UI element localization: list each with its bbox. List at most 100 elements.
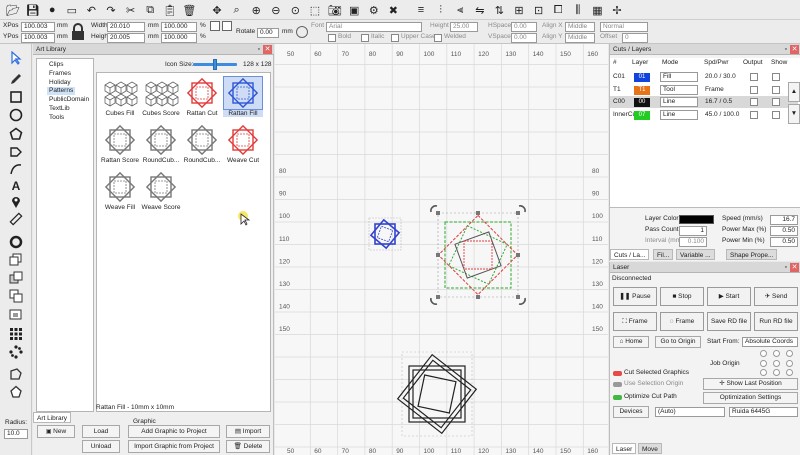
speed-input[interactable]: 16.7 xyxy=(770,215,798,225)
job-origin-radio[interactable] xyxy=(760,350,767,357)
shape-tool-icon[interactable] xyxy=(8,366,24,382)
welded-checkbox[interactable] xyxy=(434,34,442,42)
tree-item-frames[interactable]: Frames xyxy=(47,70,73,78)
optimize-toggle[interactable] xyxy=(613,395,622,400)
cuts-tab[interactable]: Variable ... xyxy=(676,249,715,260)
search-icon[interactable]: ⌕ xyxy=(230,3,244,17)
align-icon[interactable]: ⫶ xyxy=(434,3,448,17)
copy-stack-icon[interactable] xyxy=(8,252,24,268)
window-icon[interactable]: ▭ xyxy=(65,3,79,17)
cuts-tab[interactable]: Shape Prope... xyxy=(726,249,778,260)
paste-icon[interactable]: 📋︎ xyxy=(163,3,177,17)
position-pin-icon[interactable] xyxy=(8,194,24,210)
delete-button[interactable]: 🗑︎ Delete xyxy=(226,440,270,453)
job-origin-radio[interactable] xyxy=(786,359,793,367)
group-icon[interactable]: ⊡ xyxy=(532,3,546,17)
hspace-input[interactable]: 0.00 xyxy=(511,22,537,32)
job-origin-radio[interactable] xyxy=(760,369,767,376)
interval-input[interactable]: 0.100 xyxy=(679,237,707,247)
pattern-item[interactable]: RoundCub... xyxy=(182,124,222,164)
grid-array-icon[interactable] xyxy=(8,326,24,342)
layer-show-checkbox[interactable] xyxy=(772,85,780,94)
tab-art-library[interactable]: Art Library xyxy=(33,412,71,423)
rectangle-icon[interactable] xyxy=(8,89,24,105)
layer-show-checkbox[interactable] xyxy=(772,98,780,106)
monitor-icon[interactable]: ▣ xyxy=(347,3,361,17)
power-max-input[interactable]: 0.50 xyxy=(770,226,798,236)
home-button[interactable]: ⌂ Home xyxy=(613,336,649,348)
font-height-input[interactable]: 25.00 xyxy=(450,22,478,32)
offset-input[interactable]: 0 xyxy=(622,33,648,43)
stop-button[interactable]: ■ Stop xyxy=(660,287,704,306)
arrange-icon[interactable]: ⫼ xyxy=(571,3,585,17)
xpos-input[interactable]: 100.003 xyxy=(21,22,55,32)
italic-checkbox[interactable] xyxy=(361,34,369,42)
layer-row[interactable]: C01 01 Fill 20.0 / 30.0 xyxy=(610,71,798,83)
layer-mode-select[interactable]: Tool xyxy=(660,84,698,95)
cuts-tab[interactable]: Fil... xyxy=(653,249,674,260)
spline-icon[interactable] xyxy=(8,161,24,177)
radius-input[interactable]: 10.0 xyxy=(4,429,28,439)
move-up-button[interactable]: ▲ xyxy=(788,82,800,102)
layer-row[interactable]: T1 T1 Tool Frame xyxy=(610,84,798,96)
move-down-button[interactable]: ▼ xyxy=(788,104,800,124)
close-icon[interactable]: ✕ xyxy=(263,45,272,54)
layer-output-checkbox[interactable] xyxy=(750,73,758,81)
laser-tab-laser[interactable]: Laser xyxy=(612,443,637,454)
job-origin-radio[interactable] xyxy=(773,350,780,357)
pin-icon[interactable]: ▫ xyxy=(258,44,260,55)
cuts-tab[interactable]: Cuts / La... xyxy=(610,249,650,260)
delete-icon[interactable]: 🗑︎ xyxy=(182,3,196,17)
ruler-icon[interactable] xyxy=(8,211,24,227)
text-align-icon[interactable]: ≡ xyxy=(414,3,428,17)
circular-array-icon[interactable] xyxy=(8,344,24,360)
distribute-icon[interactable]: ⫷ xyxy=(453,3,467,17)
tree-item-tools[interactable]: Tools xyxy=(47,114,66,122)
layer-mode-select[interactable]: Line xyxy=(660,109,698,120)
job-origin-radio[interactable] xyxy=(786,350,793,357)
tree-item-holiday[interactable]: Holiday xyxy=(47,79,73,87)
tree-item-textlib[interactable]: TextLib xyxy=(47,105,72,113)
pattern-item[interactable]: Weave Score xyxy=(141,171,181,211)
import-from-project-button[interactable]: Import Graphic from Project xyxy=(128,440,220,453)
scale-h-input[interactable]: 100.000 xyxy=(161,33,197,43)
job-origin-radio[interactable] xyxy=(786,369,793,376)
move-icon[interactable]: ✥ xyxy=(210,3,224,17)
mirror-icon[interactable]: ⇋ xyxy=(473,3,487,17)
frame-icon[interactable]: ⬚ xyxy=(308,3,322,17)
close-icon[interactable]: ✕ xyxy=(790,263,799,272)
tools-icon[interactable]: ✖ xyxy=(386,3,400,17)
subtract-icon[interactable] xyxy=(8,306,24,322)
pattern-item[interactable]: Weave Fill xyxy=(100,171,140,211)
ellipse-icon[interactable] xyxy=(8,107,24,123)
font-select[interactable]: Arial xyxy=(326,22,422,32)
zoom-in-icon[interactable]: ⊕ xyxy=(249,3,263,17)
layer-row[interactable]: InnerCut 07 Line 45.0 / 100.0 xyxy=(610,109,798,121)
pencil-icon[interactable] xyxy=(8,71,24,87)
zoom-fit-icon[interactable]: ⊙ xyxy=(288,3,302,17)
select-arrow-icon[interactable] xyxy=(8,50,24,66)
text-icon[interactable]: A xyxy=(8,178,24,194)
redo-icon[interactable]: ↷ xyxy=(104,3,118,17)
tree-item-clips[interactable]: Clips xyxy=(47,61,65,69)
cut-selected-toggle[interactable] xyxy=(613,371,622,376)
pattern-item[interactable]: Weave Cut xyxy=(223,124,263,164)
edit-nodes-icon[interactable] xyxy=(8,144,24,160)
layer-color-swatch[interactable]: 00 xyxy=(634,98,650,107)
scale-anchor-icon[interactable] xyxy=(222,21,232,31)
flip-icon[interactable]: ⇅ xyxy=(492,3,506,17)
scissors-icon[interactable]: ✂ xyxy=(124,3,138,17)
layer-output-checkbox[interactable] xyxy=(750,98,758,106)
device-select[interactable]: (Auto) xyxy=(655,407,725,417)
job-origin-grid[interactable] xyxy=(760,350,798,378)
start-from-select[interactable]: Absolute Coords xyxy=(742,337,798,347)
polygon-icon[interactable] xyxy=(8,126,24,142)
optimization-settings-button[interactable]: Optimization Settings xyxy=(703,392,798,404)
pattern-item[interactable]: Rattan Fill xyxy=(223,76,263,117)
circle-icon[interactable]: ● xyxy=(45,3,59,17)
width-input[interactable]: 20.010 xyxy=(107,22,145,32)
design-canvas[interactable]: 50 50 60 60 70 70 80 80 90 90 100 100 110 110 120 120 13… xyxy=(275,44,608,455)
folder-open-icon[interactable]: 📂︎ xyxy=(6,3,20,17)
ypos-input[interactable]: 100.003 xyxy=(21,33,55,43)
layer-output-checkbox[interactable] xyxy=(750,85,758,94)
